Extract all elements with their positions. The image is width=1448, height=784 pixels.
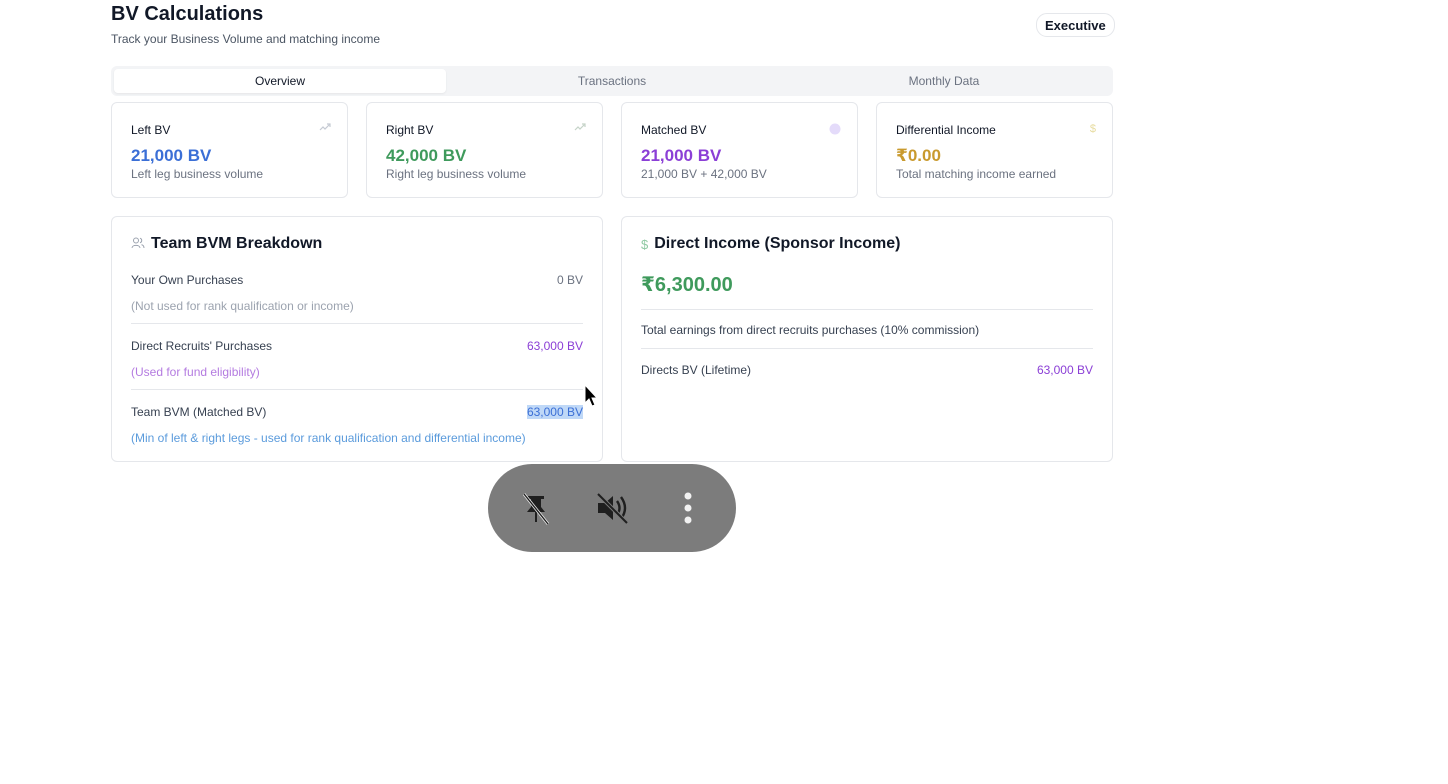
divider [641, 309, 1093, 310]
trending-up-icon [574, 123, 586, 134]
tab-monthly-data[interactable]: Monthly Data [778, 69, 1110, 93]
panel-title: Team BVM Breakdown [151, 235, 323, 252]
directs-bv-label: Directs BV (Lifetime) [641, 363, 752, 377]
tab-overview[interactable]: Overview [114, 69, 446, 93]
direct-income-panel: $ Direct Income (Sponsor Income) ₹6,300.… [621, 216, 1113, 462]
rank-badge: Executive [1036, 13, 1115, 37]
row-note: (Min of left & right legs - used for ran… [131, 431, 526, 445]
row-value: 0 BV [556, 273, 583, 287]
floating-control-bar [488, 464, 736, 552]
divider [641, 348, 1093, 349]
stat-desc: Left leg business volume [131, 167, 264, 181]
divider [131, 323, 583, 324]
stat-value: 21,000 BV [131, 146, 212, 165]
row-note: (Used for fund eligibility) [131, 365, 260, 379]
stat-desc: Total matching income earned [896, 167, 1057, 181]
stat-desc: 21,000 BV + 42,000 BV [641, 167, 767, 181]
team-bvm-breakdown-panel: Team BVM Breakdown Your Own Purchases 0 … [111, 216, 603, 462]
directs-bv-value: 63,000 BV [1036, 363, 1093, 377]
row-note: (Not used for rank qualification or inco… [131, 299, 354, 313]
matched-bv-card: Matched BV 21,000 BV 21,000 BV + 42,000 … [621, 102, 858, 198]
more-vertical-icon[interactable] [660, 480, 716, 536]
panel-heading: $ Direct Income (Sponsor Income) [641, 235, 901, 253]
divider [131, 389, 583, 390]
row-value: 63,000 BV [526, 339, 583, 353]
tab-bar: Overview Transactions Monthly Data [111, 66, 1113, 96]
stat-title: Right BV [386, 123, 434, 137]
stat-value: ₹0.00 [896, 146, 941, 165]
direct-income-description: Total earnings from direct recruits purc… [641, 323, 980, 337]
stat-desc: Right leg business volume [386, 167, 527, 181]
direct-income-amount: ₹6,300.00 [641, 274, 733, 296]
unpin-icon[interactable] [508, 480, 564, 536]
panel-heading: Team BVM Breakdown [131, 235, 322, 253]
row-value[interactable]: 63,000 BV [526, 405, 583, 419]
stat-title: Differential Income [896, 123, 996, 137]
row-label: Your Own Purchases [131, 273, 244, 287]
row-label: Direct Recruits' Purchases [131, 339, 272, 353]
panel-title: Direct Income (Sponsor Income) [654, 235, 901, 252]
page-title: BV Calculations [111, 3, 264, 25]
stat-title: Left BV [131, 123, 171, 137]
left-bv-card: Left BV 21,000 BV Left leg business volu… [111, 102, 348, 198]
differential-income-card: Differential Income $ ₹0.00 Total matchi… [876, 102, 1113, 198]
stat-value: 21,000 BV [641, 146, 722, 165]
users-icon [131, 237, 145, 252]
trending-up-icon [319, 123, 331, 134]
dollar-icon: $ [1089, 123, 1096, 135]
stat-title: Matched BV [641, 123, 707, 137]
page-subtitle: Track your Business Volume and matching … [111, 32, 381, 46]
dollar-icon: $ [641, 236, 649, 252]
row-label: Team BVM (Matched BV) [131, 405, 267, 419]
stat-value: 42,000 BV [386, 146, 467, 165]
tab-transactions[interactable]: Transactions [446, 69, 778, 93]
muted-icon[interactable] [584, 480, 640, 536]
circle-icon [829, 123, 841, 138]
mouse-cursor-icon [584, 383, 599, 413]
right-bv-card: Right BV 42,000 BV Right leg business vo… [366, 102, 603, 198]
